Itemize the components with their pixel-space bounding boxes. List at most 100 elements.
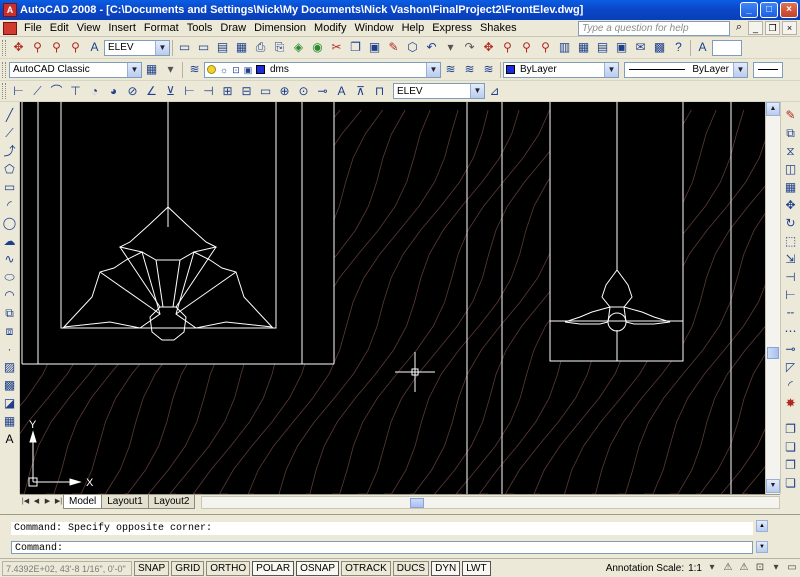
gradient-icon[interactable]: ▩ [1, 376, 18, 394]
construction-line-icon[interactable]: ⟋ [1, 124, 18, 142]
help-search-input[interactable]: Type a question for help [578, 20, 730, 36]
diameter-icon[interactable]: ⊘ [124, 83, 141, 100]
annotation-visibility-icon[interactable]: ⚠ [721, 561, 735, 575]
command-scroll-up[interactable]: ▲ [756, 520, 768, 532]
linetype-select[interactable]: ByLayer ▼ [624, 61, 748, 78]
copy-object-icon[interactable]: ⧉ [782, 124, 799, 142]
offset-icon[interactable]: ◫ [782, 160, 799, 178]
lineweight-select[interactable] [753, 61, 783, 78]
open-folder-icon[interactable]: ▤ [214, 39, 231, 56]
radius-icon[interactable]: ◔ [86, 83, 103, 100]
menu-dimension[interactable]: Dimension [250, 21, 310, 36]
redo-icon[interactable]: ↷ [461, 39, 478, 56]
menu-window[interactable]: Window [350, 21, 397, 36]
3d-dwf-icon[interactable]: ◉ [309, 39, 326, 56]
scroll-thumb-vertical[interactable] [767, 347, 779, 359]
jogged-linear-icon[interactable]: ⊸ [314, 83, 331, 100]
send-under-icon[interactable]: ❏ [782, 474, 799, 492]
break-icon[interactable]: ⋯ [782, 322, 799, 340]
polygon-icon[interactable]: ⬠ [1, 160, 18, 178]
command-scroll-down[interactable]: ▼ [756, 541, 768, 553]
rotate-icon[interactable]: ↻ [782, 214, 799, 232]
plot-preview-icon[interactable]: ⎘ [271, 39, 288, 56]
dim-update-icon[interactable]: ⊓ [371, 83, 388, 100]
otrack-toggle[interactable]: OTRACK [341, 560, 391, 576]
bring-above-icon[interactable]: ❐ [782, 456, 799, 474]
explode-icon[interactable]: ✸ [782, 394, 799, 412]
dim-text-edit-icon[interactable]: ⊼ [352, 83, 369, 100]
new-file-icon[interactable]: ▭ [176, 39, 193, 56]
tool-palettes-icon[interactable]: ▤ [594, 39, 611, 56]
dim-style-icon[interactable]: A [694, 39, 711, 56]
chevron-down-icon[interactable]: ▼ [604, 62, 618, 77]
rectangle-icon[interactable]: ▭ [1, 178, 18, 196]
chevron-down-icon[interactable]: ▼ [733, 62, 747, 77]
toolbar-grip[interactable] [2, 39, 6, 56]
array-icon[interactable]: ▦ [782, 178, 799, 196]
layer-select[interactable]: ☼ ⊡ ▣ dms ▼ [204, 61, 441, 78]
autocad-app-icon[interactable]: A [3, 3, 17, 17]
tab-layout1[interactable]: Layout1 [101, 495, 149, 509]
lock-icon[interactable]: ⊡ [753, 561, 767, 575]
table-icon[interactable]: ▦ [1, 412, 18, 430]
copy-icon[interactable]: ❐ [347, 39, 364, 56]
drawing-document-icon[interactable] [3, 21, 17, 35]
extend-icon[interactable]: ⊢ [782, 286, 799, 304]
arc-icon[interactable]: ◜ [1, 196, 18, 214]
menu-format[interactable]: Format [140, 21, 183, 36]
join-icon[interactable]: ⊸ [782, 340, 799, 358]
arc-length-icon[interactable]: ⌒ [48, 83, 65, 100]
quick-dimension-icon[interactable]: ⊻ [162, 83, 179, 100]
menu-shakes[interactable]: Shakes [476, 21, 521, 36]
menu-insert[interactable]: Insert [104, 21, 140, 36]
workspace-select[interactable]: AutoCAD Classic ▼ [9, 61, 142, 78]
scroll-up-button[interactable]: ▲ [766, 102, 780, 116]
freeze-icon[interactable]: ☼ [219, 64, 229, 76]
toolbar-grip[interactable] [2, 83, 6, 99]
break-at-point-icon[interactable]: ╌ [782, 304, 799, 322]
tab-prev-button[interactable]: ◀ [31, 496, 42, 508]
line-icon[interactable]: ╱ [1, 106, 18, 124]
qnew-icon[interactable]: ▭ [195, 39, 212, 56]
region-icon[interactable]: ◪ [1, 394, 18, 412]
point-icon[interactable]: · [1, 340, 18, 358]
spline-icon[interactable]: ∿ [1, 250, 18, 268]
hatch-icon[interactable]: ▨ [1, 358, 18, 376]
layer-states-icon[interactable]: ≋ [480, 61, 497, 78]
zoom-previous-icon[interactable]: ⚲ [67, 39, 84, 56]
tolerance-icon[interactable]: ▭ [257, 83, 274, 100]
drawing-svg[interactable]: Y X [20, 102, 765, 494]
chevron-down-icon[interactable]: ▼ [470, 84, 484, 98]
viewport-freeze-icon[interactable]: ▣ [243, 64, 253, 76]
menu-express[interactable]: Express [428, 21, 476, 36]
zoom-window-icon[interactable]: ⚲ [48, 39, 65, 56]
customize-icon[interactable]: ▾ [162, 61, 179, 78]
menu-draw[interactable]: Draw [216, 21, 250, 36]
zoom-window-2-icon[interactable]: ⚲ [518, 39, 535, 56]
pan-realtime-icon[interactable]: ✥ [480, 39, 497, 56]
scroll-thumb-horizontal[interactable] [410, 497, 425, 508]
ortho-toggle[interactable]: ORTHO [206, 560, 251, 576]
close-button[interactable]: × [780, 2, 798, 18]
toolbar-grip[interactable] [2, 61, 6, 78]
save-icon[interactable]: ▦ [233, 39, 250, 56]
dim-edit-icon[interactable]: A [333, 83, 350, 100]
angular-icon[interactable]: ∠ [143, 83, 160, 100]
zoom-realtime-2-icon[interactable]: ⚲ [499, 39, 516, 56]
scroll-down-button[interactable]: ▼ [766, 479, 780, 493]
jogged-icon[interactable]: ◕ [105, 83, 122, 100]
center-mark-icon[interactable]: ⊕ [276, 83, 293, 100]
layer-on-icon[interactable] [207, 65, 216, 74]
zoom-previous-2-icon[interactable]: ⚲ [537, 39, 554, 56]
menu-file[interactable]: File [20, 21, 46, 36]
annotation-scale-value[interactable]: 1:1 [688, 563, 704, 574]
ellipse-icon[interactable]: ⬭ [1, 268, 18, 286]
match-properties-icon[interactable]: ✎ [385, 39, 402, 56]
polyline-icon[interactable]: ⤴ [1, 142, 18, 160]
menu-modify[interactable]: Modify [310, 21, 350, 36]
dimension-style-select[interactable]: ELEV ▼ [393, 83, 485, 99]
dimension-style-manager-icon[interactable]: ⊿ [486, 83, 503, 100]
layer-manager-icon[interactable]: ≋ [186, 61, 203, 78]
pan-icon[interactable]: ✥ [10, 39, 27, 56]
clean-screen-icon[interactable]: ▭ [785, 561, 799, 575]
